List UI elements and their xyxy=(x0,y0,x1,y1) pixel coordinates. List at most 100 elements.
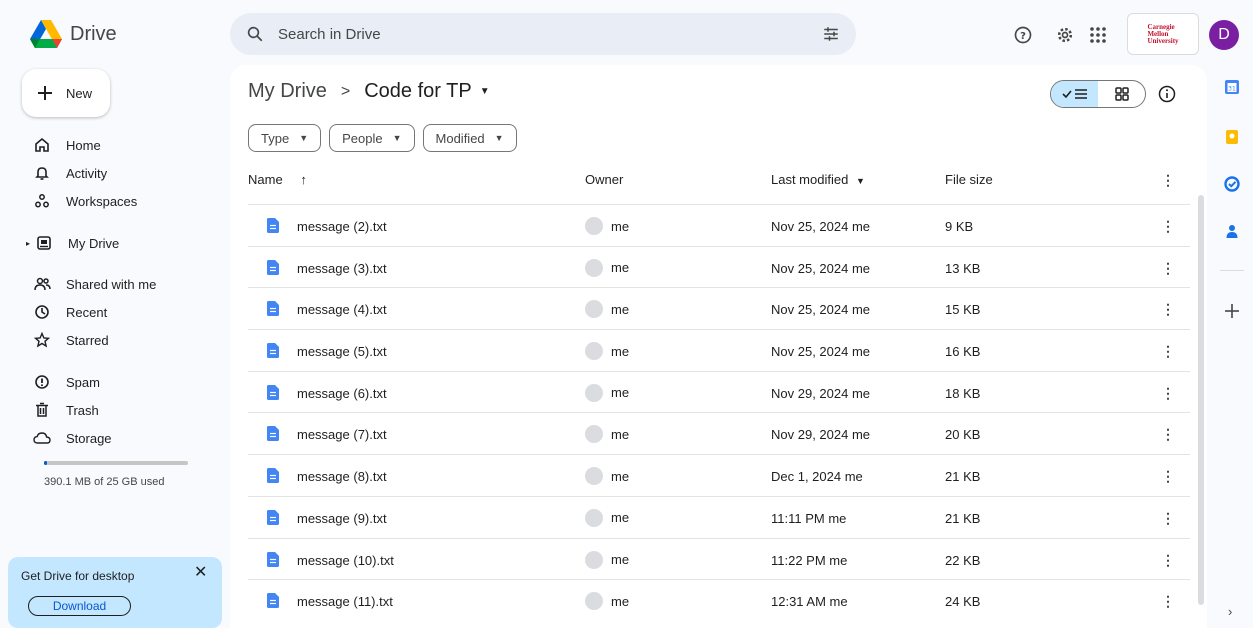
sidebar-item-label: Home xyxy=(66,137,101,153)
filter-people-chip[interactable]: People ▼ xyxy=(329,124,415,152)
owner-cell: me xyxy=(585,383,629,402)
owner-cell: me xyxy=(585,258,629,277)
promo-title: Get Drive for desktop xyxy=(21,569,135,583)
table-row[interactable]: message (6).txt me Nov 29, 2024 me 18 KB… xyxy=(248,370,1190,413)
sidebar-item-shared-with-me[interactable]: Shared with me xyxy=(32,270,156,298)
tasks-icon[interactable] xyxy=(1224,176,1240,192)
chip-label: Modified xyxy=(435,130,485,146)
expand-arrow-icon[interactable]: ▸ xyxy=(26,239,30,248)
table-row[interactable]: message (4).txt me Nov 25, 2024 me 15 KB… xyxy=(248,287,1190,329)
filter-modified-chip[interactable]: Modified ▼ xyxy=(422,124,517,152)
search-bar[interactable]: Search in Drive xyxy=(230,13,856,55)
table-row[interactable]: message (10).txt me 11:22 PM me 22 KB ⋮ xyxy=(248,537,1190,580)
last-modified: Nov 29, 2024 me xyxy=(771,427,871,443)
text-document-icon xyxy=(267,509,279,525)
expand-panel-chevron-icon[interactable]: › xyxy=(1228,604,1232,619)
desktop-promo-card xyxy=(8,557,222,628)
calendar-icon[interactable]: 31 xyxy=(1224,79,1240,95)
row-more-options-icon[interactable]: ⋮ xyxy=(1161,593,1175,610)
sidebar-item-home[interactable]: Home xyxy=(32,131,101,159)
table-row[interactable]: message (3).txt me Nov 25, 2024 me 13 KB… xyxy=(248,245,1190,288)
sidebar-item-my-drive[interactable]: ▸ My Drive xyxy=(26,229,119,257)
info-icon[interactable] xyxy=(1158,85,1176,103)
table-row[interactable]: message (7).txt me Nov 29, 2024 me 20 KB… xyxy=(248,412,1190,454)
organization-logo[interactable]: Carnegie Mellon University xyxy=(1127,13,1199,55)
file-name[interactable]: message (3).txt xyxy=(297,261,387,276)
column-last-modified[interactable]: Last modified ▼ xyxy=(771,172,865,187)
file-name[interactable]: message (5).txt xyxy=(297,344,387,359)
new-button[interactable]: New xyxy=(22,69,110,117)
sidebar-item-spam[interactable]: Spam xyxy=(32,368,100,396)
list-view-button[interactable] xyxy=(1051,81,1098,107)
file-name[interactable]: message (2).txt xyxy=(297,219,387,234)
account-avatar[interactable]: D xyxy=(1209,20,1239,50)
sidebar-item-activity[interactable]: Activity xyxy=(32,159,107,187)
row-more-options-icon[interactable]: ⋮ xyxy=(1161,426,1175,443)
more-options-icon[interactable]: ⋮ xyxy=(1161,172,1175,189)
download-button[interactable]: Download xyxy=(28,596,131,616)
scrollbar[interactable] xyxy=(1198,195,1204,605)
row-more-options-icon[interactable]: ⋮ xyxy=(1161,510,1175,527)
settings-gear-icon[interactable] xyxy=(1053,23,1077,47)
sidebar-item-starred[interactable]: Starred xyxy=(32,326,109,354)
file-name[interactable]: message (7).txt xyxy=(297,427,387,442)
file-name[interactable]: message (10).txt xyxy=(297,553,394,568)
row-more-options-icon[interactable]: ⋮ xyxy=(1161,343,1175,360)
folder-menu-caret-icon[interactable]: ▼ xyxy=(480,86,490,97)
owner-cell: me xyxy=(585,425,629,444)
sidebar-item-workspaces[interactable]: Workspaces xyxy=(32,187,137,215)
sidebar-item-label: Storage xyxy=(66,430,112,446)
close-icon[interactable]: ✕ xyxy=(194,562,207,582)
column-file-size[interactable]: File size xyxy=(945,172,993,187)
file-size: 24 KB xyxy=(945,594,981,610)
column-owner[interactable]: Owner xyxy=(585,172,623,187)
table-row[interactable]: message (5).txt me Nov 25, 2024 me 16 KB… xyxy=(248,329,1190,371)
grid-view-button[interactable] xyxy=(1098,81,1145,107)
row-more-options-icon[interactable]: ⋮ xyxy=(1161,468,1175,485)
sidebar-item-recent[interactable]: Recent xyxy=(32,298,107,326)
contacts-icon[interactable] xyxy=(1224,223,1240,239)
file-name[interactable]: message (9).txt xyxy=(297,511,387,526)
file-name[interactable]: message (4).txt xyxy=(297,302,387,317)
table-row[interactable]: message (9).txt me 11:11 PM me 21 KB ⋮ xyxy=(248,495,1190,538)
row-more-options-icon[interactable]: ⋮ xyxy=(1161,218,1175,235)
breadcrumb-root[interactable]: My Drive xyxy=(248,80,327,103)
help-icon[interactable]: ? xyxy=(1011,23,1035,47)
file-name[interactable]: message (11).txt xyxy=(297,594,393,609)
file-name[interactable]: message (6).txt xyxy=(297,386,387,401)
last-modified: Nov 25, 2024 me xyxy=(771,344,871,360)
sidebar-item-storage[interactable]: Storage xyxy=(32,424,112,452)
search-options-icon[interactable] xyxy=(822,25,840,43)
column-header-label: Last modified xyxy=(771,172,849,187)
sort-arrow-up-icon[interactable]: ↑ xyxy=(300,172,307,187)
org-name-line: University xyxy=(1147,36,1179,45)
add-addon-plus-icon[interactable] xyxy=(1224,303,1240,319)
column-name[interactable]: Name ↑ xyxy=(248,172,307,187)
apps-grid-icon[interactable] xyxy=(1086,23,1110,47)
people-icon xyxy=(32,276,52,292)
search-input[interactable]: Search in Drive xyxy=(278,26,822,43)
file-size: 15 KB xyxy=(945,302,981,318)
workspaces-icon xyxy=(32,193,52,209)
chip-label: Type xyxy=(261,130,290,146)
filter-type-chip[interactable]: Type ▼ xyxy=(248,124,322,152)
table-row[interactable]: message (2).txt me Nov 25, 2024 me 9 KB … xyxy=(248,204,1190,246)
file-name[interactable]: message (8).txt xyxy=(297,469,387,484)
row-more-options-icon[interactable]: ⋮ xyxy=(1161,385,1175,402)
breadcrumb-current[interactable]: Code for TP xyxy=(364,80,471,103)
row-more-options-icon[interactable]: ⋮ xyxy=(1161,301,1175,318)
owner-avatar-icon xyxy=(585,258,603,277)
drive-logo[interactable]: Drive xyxy=(30,20,117,48)
row-more-options-icon[interactable]: ⋮ xyxy=(1161,552,1175,569)
sidebar-item-label: Spam xyxy=(66,374,100,390)
table-row[interactable]: message (8).txt me Dec 1, 2024 me 21 KB … xyxy=(248,454,1190,496)
keep-icon[interactable] xyxy=(1224,129,1240,145)
bell-icon xyxy=(32,165,52,181)
row-more-options-icon[interactable]: ⋮ xyxy=(1161,260,1175,277)
table-row[interactable]: message (11).txt me 12:31 AM me 24 KB ⋮ xyxy=(248,579,1190,621)
text-document-icon xyxy=(267,593,279,609)
owner-cell: me xyxy=(585,508,629,527)
search-icon[interactable] xyxy=(246,25,264,43)
breadcrumb: My Drive > Code for TP ▼ xyxy=(248,80,490,103)
sidebar-item-trash[interactable]: Trash xyxy=(32,396,99,424)
